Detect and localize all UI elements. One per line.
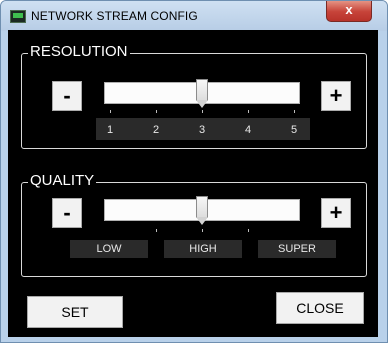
resolution-tick [110,110,111,113]
resolution-scale-label: 1 [106,124,114,136]
quality-slider-thumb[interactable] [196,196,208,226]
resolution-tick [202,110,203,113]
close-icon: x [345,2,353,17]
resolution-scale-label: 4 [244,124,252,136]
quality-option-super: SUPER [278,243,316,255]
quality-option-low: LOW [96,243,122,255]
resolution-tick [294,110,295,113]
quality-increase-button[interactable]: + [321,198,351,228]
quality-tick [202,229,203,232]
resolution-slider-thumb[interactable] [196,79,208,109]
title-bar[interactable]: NETWORK STREAM CONFIG x [1,1,387,31]
set-button[interactable]: SET [27,296,123,328]
app-icon [10,10,26,23]
resolution-tick [248,110,249,113]
window-title: NETWORK STREAM CONFIG [31,9,198,23]
resolution-scale-label: 2 [152,124,160,136]
quality-decrease-button[interactable]: - [52,198,82,228]
quality-tick [156,229,157,232]
resolution-tick [156,110,157,113]
resolution-decrease-button[interactable]: - [52,81,82,111]
resolution-scale-label: 5 [290,124,298,136]
quality-tick [248,229,249,232]
quality-group: QUALITY [21,172,367,277]
window-close-button[interactable]: x [326,1,372,22]
resolution-group-label: RESOLUTION [28,43,130,61]
close-button[interactable]: CLOSE [276,292,364,324]
resolution-scale-label: 3 [198,124,206,136]
quality-option-high: HIGH [189,243,217,255]
quality-group-label: QUALITY [28,172,97,190]
resolution-increase-button[interactable]: + [321,81,351,111]
